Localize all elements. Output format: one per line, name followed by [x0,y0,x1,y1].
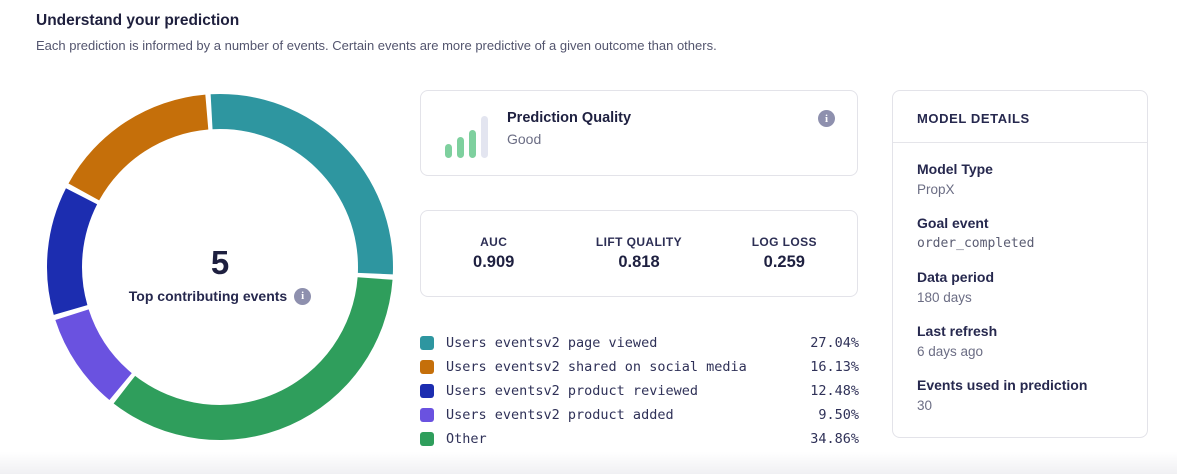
model-field: Data period 180 days [917,269,1123,305]
model-field: Model Type PropX [917,161,1123,197]
model-details-header: MODEL DETAILS [893,91,1147,143]
model-field-label: Goal event [917,215,1123,231]
page-subtitle: Each prediction is informed by a number … [36,38,717,53]
model-field-value: order_completed [917,236,1123,251]
legend-value: 12.48% [810,383,859,399]
info-icon[interactable]: i [818,110,835,127]
model-field-label: Data period [917,269,1123,285]
info-icon[interactable]: i [294,288,311,305]
bar-chart-icon-bar [481,116,488,158]
donut-segment[interactable] [55,309,131,400]
model-field-label: Events used in prediction [917,377,1123,393]
model-field-value: 180 days [917,290,1123,305]
legend-item: Users eventsv2 shared on social media 16.… [420,355,859,379]
model-details-card: MODEL DETAILS Model Type PropX Goal event o… [892,90,1148,438]
metric: LOG LOSS 0.259 [712,235,857,272]
donut-svg[interactable] [45,92,395,442]
metrics-card: AUC 0.909LIFT QUALITY 0.818LOG LOSS 0.259 [420,210,858,297]
legend-item: Other 34.86% [420,427,859,451]
legend-value: 34.86% [810,431,859,447]
model-field: Events used in prediction 30 [917,377,1123,413]
donut-segment[interactable] [47,188,97,315]
model-field-label: Last refresh [917,323,1123,339]
metric-value: 0.259 [712,253,857,272]
legend-label: Users eventsv2 shared on social media [446,359,747,375]
metric-label: AUC [421,235,566,249]
prediction-quality-card: Prediction Quality Good i [420,90,858,176]
legend-value: 9.50% [818,407,859,423]
legend-value: 16.13% [810,359,859,375]
bar-chart-icon [445,112,489,158]
prediction-quality-title: Prediction Quality [507,110,631,126]
bar-chart-icon-bar [469,130,476,158]
chart-legend: Users eventsv2 page viewed27.04%Users ev… [420,331,859,451]
metric-value: 0.909 [421,253,566,272]
bar-chart-icon-bar [445,144,452,158]
model-field-value: 30 [917,398,1123,413]
metric-label: LOG LOSS [712,235,857,249]
legend-item: Users eventsv2 product added 9.50% [420,403,859,427]
legend-swatch [420,408,434,422]
model-field-value: 6 days ago [917,344,1123,359]
metric: LIFT QUALITY 0.818 [566,235,711,272]
donut-segment[interactable] [211,94,393,274]
legend-value: 27.04% [810,335,859,351]
legend-swatch [420,336,434,350]
legend-label: Users eventsv2 product added [446,407,674,423]
legend-swatch [420,360,434,374]
legend-item: Users eventsv2 product reviewed 12.48% [420,379,859,403]
legend-label: Users eventsv2 product reviewed [446,383,698,399]
legend-label: Users eventsv2 page viewed [446,335,657,351]
model-details-fields: Model Type PropX Goal event order_completed… [893,143,1147,413]
understand-prediction-panel: Understand your prediction Each predicti… [0,0,1177,474]
model-field-label: Model Type [917,161,1123,177]
model-field: Last refresh 6 days ago [917,323,1123,359]
legend-label: Other [446,431,487,447]
metric-value: 0.818 [566,253,711,272]
donut-segment[interactable] [69,95,209,201]
model-field-value: PropX [917,182,1123,197]
bottom-gradient [0,452,1177,474]
prediction-quality-value: Good [507,131,631,147]
metric-label: LIFT QUALITY [566,235,711,249]
metric: AUC 0.909 [421,235,566,272]
legend-swatch [420,384,434,398]
legend-item: Users eventsv2 page viewed 27.04% [420,331,859,355]
donut-chart[interactable]: 5 Top contributing events i [45,92,395,442]
bar-chart-icon-bar [457,137,464,158]
page-title: Understand your prediction [36,12,239,30]
legend-swatch [420,432,434,446]
model-field: Goal event order_completed [917,215,1123,251]
donut-segment[interactable] [114,277,393,440]
